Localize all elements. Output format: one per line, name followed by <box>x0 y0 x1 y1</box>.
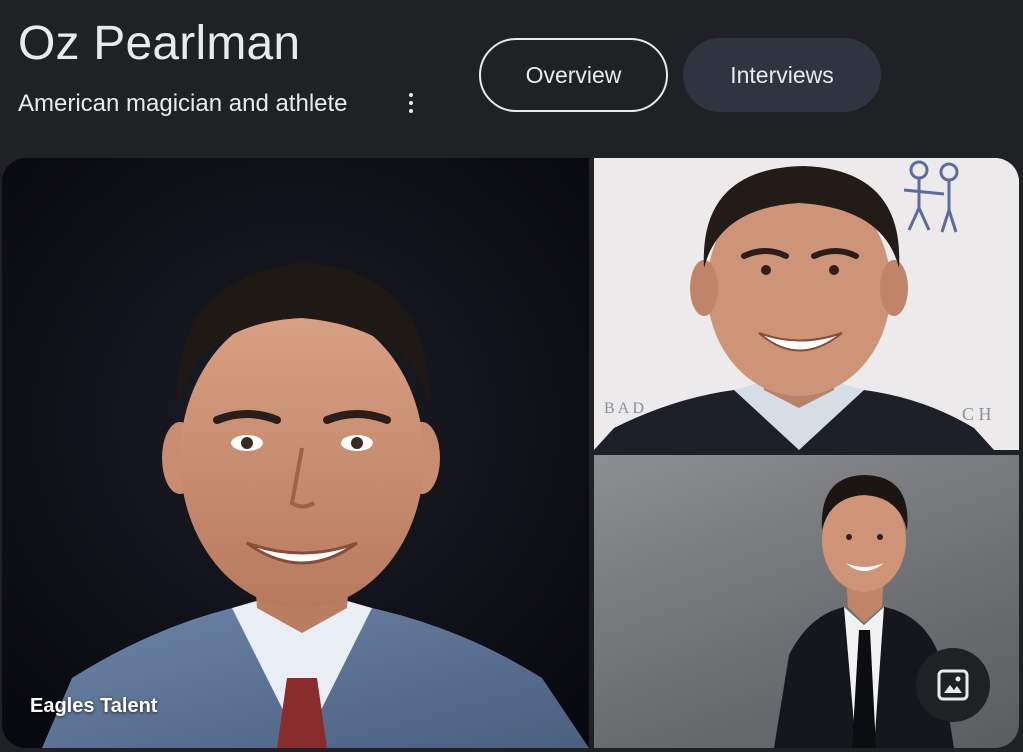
image-source-label: Eagles Talent <box>30 695 158 717</box>
tab-overview[interactable]: Overview <box>479 38 668 112</box>
knowledge-panel: Oz Pearlman American magician and athlet… <box>0 0 1023 752</box>
main-portrait-image[interactable]: Eagles Talent <box>2 158 589 748</box>
more-vert-icon <box>409 93 413 97</box>
image-icon <box>937 669 969 701</box>
image-search-button[interactable] <box>916 648 990 722</box>
secondary-portrait-image[interactable]: B A D C H <box>594 158 1019 450</box>
portrait-illustration <box>2 158 589 748</box>
tab-interviews[interactable]: Interviews <box>683 38 881 112</box>
more-options-button[interactable] <box>398 86 424 120</box>
backdrop-letters: C H <box>962 404 992 424</box>
portrait-illustration: B A D C H <box>594 158 1019 450</box>
image-gallery: Eagles Talent B A D C H <box>2 158 1019 748</box>
backdrop-letters: B A D <box>604 400 644 417</box>
entity-title: Oz Pearlman <box>18 17 301 70</box>
entity-subtitle: American magician and athlete <box>18 90 348 117</box>
